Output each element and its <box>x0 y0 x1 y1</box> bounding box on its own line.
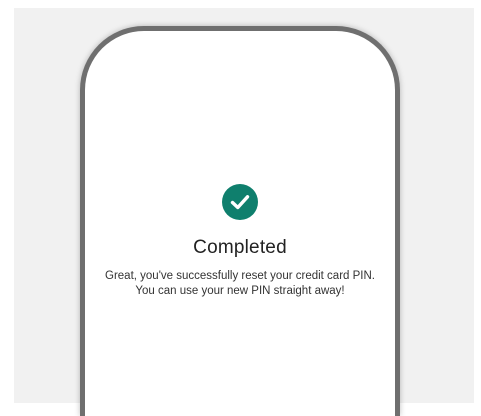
status-message: Great, you've successfully reset your cr… <box>105 270 375 297</box>
phone-frame: Completed Great, you've successfully res… <box>80 26 400 416</box>
check-circle-icon <box>222 184 258 220</box>
status-title: Completed <box>193 237 287 258</box>
completion-screen: Completed Great, you've successfully res… <box>85 31 395 416</box>
